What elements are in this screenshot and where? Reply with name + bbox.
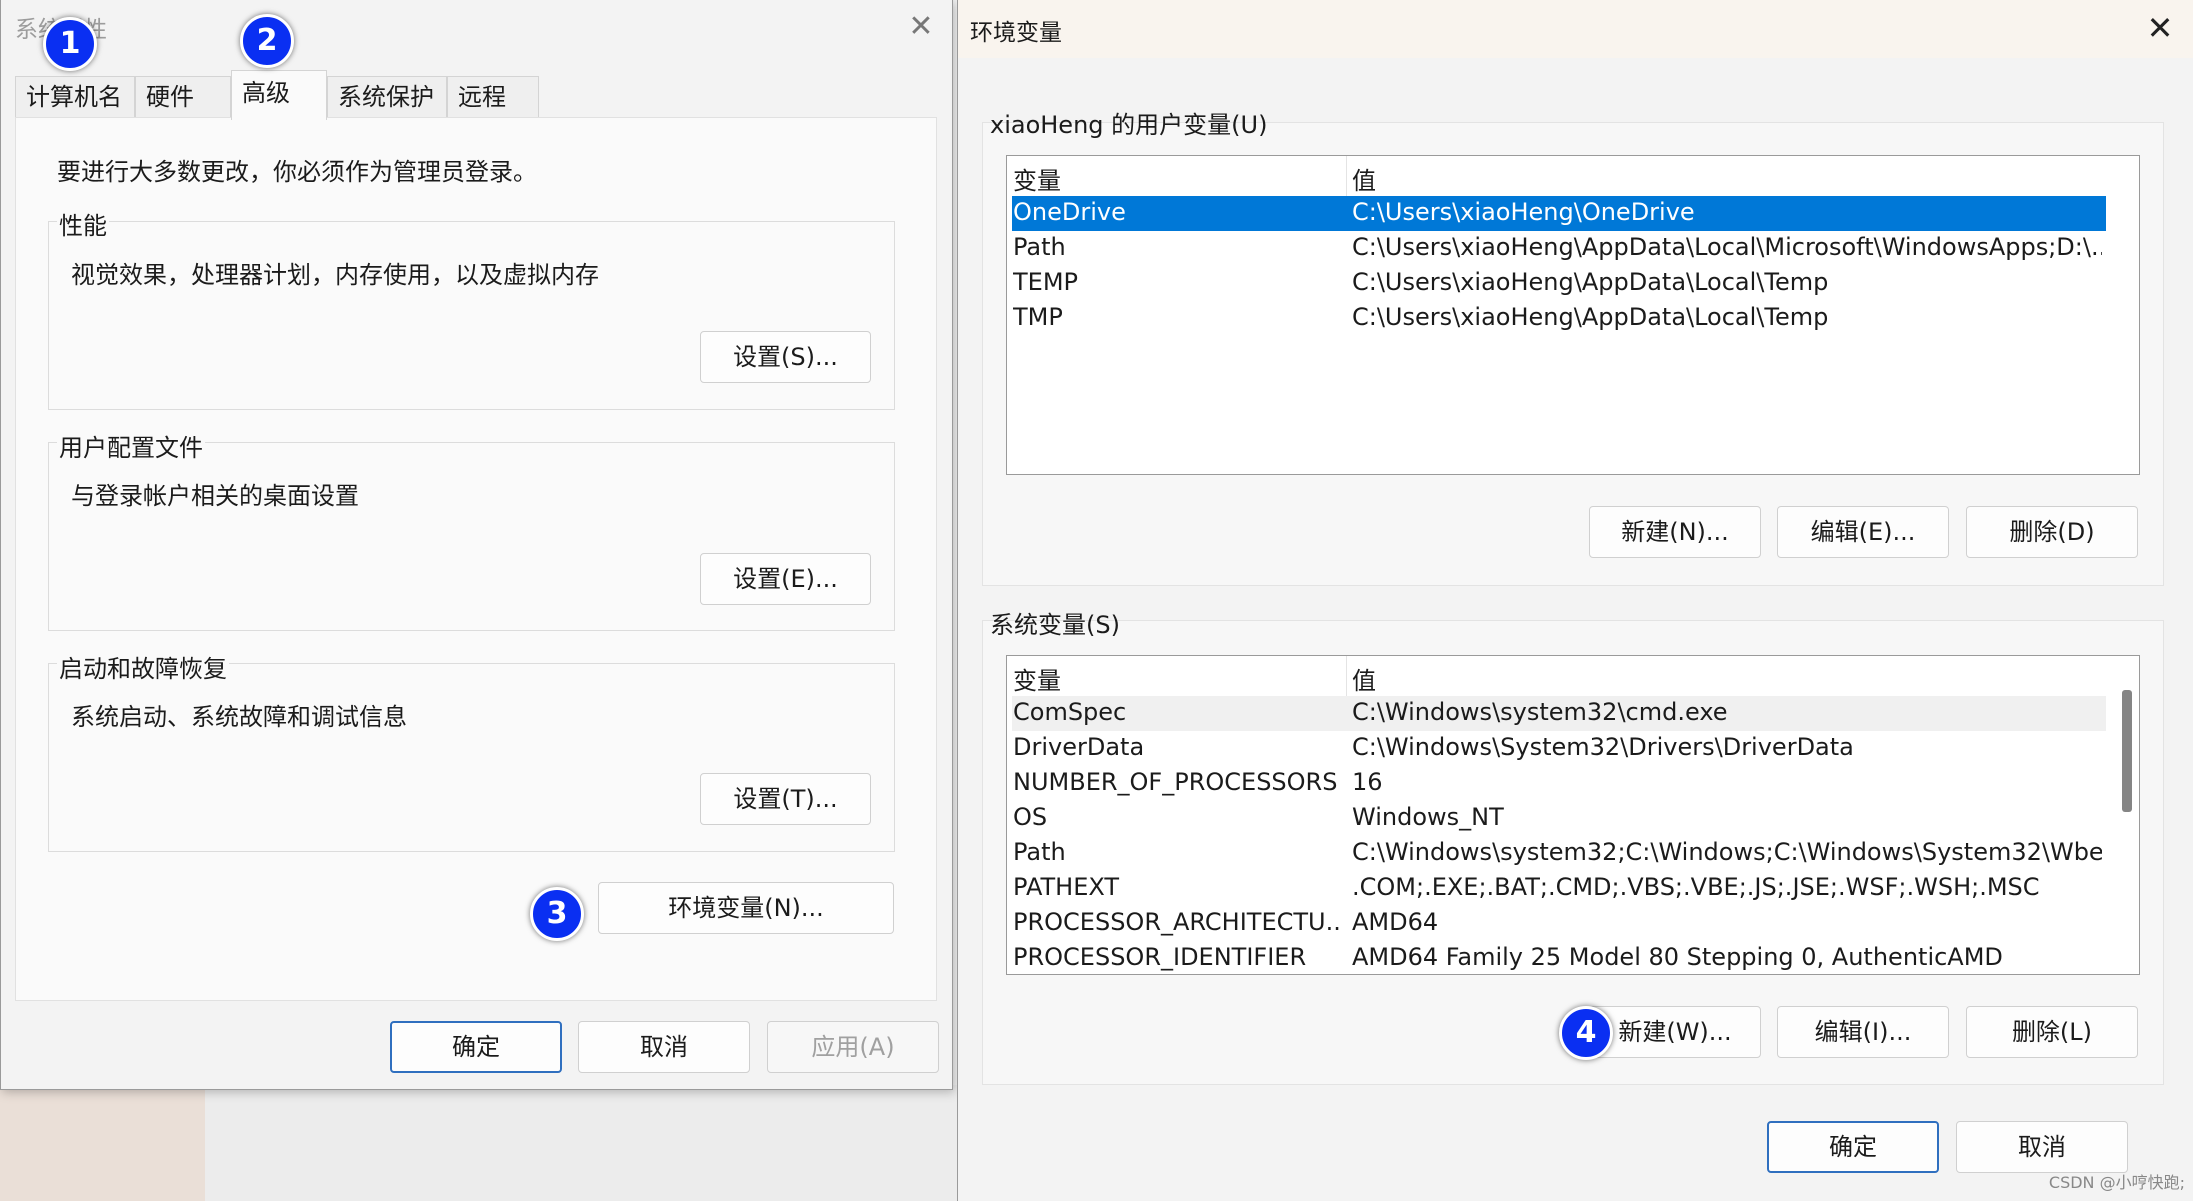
performance-settings-button[interactable]: 设置(S)... — [700, 331, 871, 383]
variable-name: OneDrive — [1013, 198, 1126, 226]
variable-name: Path — [1013, 233, 1066, 261]
user-variables-list[interactable]: 变量 值 OneDrive C:\Users\xiaoHeng\OneDrive… — [1006, 155, 2140, 475]
column-header-value[interactable]: 值 — [1352, 661, 1376, 696]
step-badge-4: 4 — [1559, 1006, 1613, 1060]
tab-hardware[interactable]: 硬件 — [135, 76, 231, 118]
table-row[interactable]: Path C:\Users\xiaoHeng\AppData\Local\Mic… — [1012, 231, 2106, 266]
variable-name: DriverData — [1013, 733, 1145, 761]
variable-value: C:\Windows\system32;C:\Windows;C:\Window… — [1352, 838, 2102, 866]
variable-value: AMD64 — [1352, 908, 1439, 936]
background-window — [205, 1085, 957, 1201]
ok-button[interactable]: 确定 — [390, 1021, 562, 1073]
startup-recovery-label: 启动和故障恢复 — [57, 649, 229, 684]
vertical-scrollbar[interactable] — [2118, 690, 2136, 972]
variable-name: ComSpec — [1013, 698, 1127, 726]
column-header-name[interactable]: 变量 — [1013, 661, 1061, 696]
variable-name: Path — [1013, 838, 1066, 866]
tab-remote[interactable]: 远程 — [447, 76, 539, 118]
env-ok-button[interactable]: 确定 — [1767, 1121, 1939, 1173]
table-row[interactable]: PROCESSOR_ARCHITECTU... AMD64 — [1012, 906, 2106, 941]
variable-value: 16 — [1352, 768, 1383, 796]
cancel-button[interactable]: 取消 — [578, 1021, 750, 1073]
user-profiles-description: 与登录帐户相关的桌面设置 — [71, 482, 359, 510]
table-row[interactable]: DriverData C:\Windows\System32\Drivers\D… — [1012, 731, 2106, 766]
system-delete-button[interactable]: 删除(L) — [1966, 1006, 2138, 1058]
env-cancel-button[interactable]: 取消 — [1956, 1121, 2128, 1173]
user-new-button[interactable]: 新建(N)... — [1589, 506, 1761, 558]
startup-recovery-settings-button[interactable]: 设置(T)... — [700, 773, 871, 825]
table-row[interactable]: PATHEXT .COM;.EXE;.BAT;.CMD;.VBS;.VBE;.J… — [1012, 871, 2106, 906]
user-profiles-label: 用户配置文件 — [57, 428, 205, 463]
tab-advanced[interactable]: 高级 — [231, 70, 327, 120]
table-row[interactable]: TEMP C:\Users\xiaoHeng\AppData\Local\Tem… — [1012, 266, 2106, 301]
variable-name: OS — [1013, 803, 1048, 831]
table-row[interactable]: ComSpec C:\Windows\system32\cmd.exe — [1012, 696, 2106, 731]
user-edit-button[interactable]: 编辑(E)... — [1777, 506, 1949, 558]
scrollbar-thumb[interactable] — [2122, 690, 2132, 812]
user-profiles-settings-button[interactable]: 设置(E)... — [700, 553, 871, 605]
apply-button[interactable]: 应用(A) — [767, 1021, 939, 1073]
variable-name: TMP — [1013, 303, 1063, 331]
table-row[interactable]: NUMBER_OF_PROCESSORS 16 — [1012, 766, 2106, 801]
system-variables-label: 系统变量(S) — [990, 611, 1120, 639]
tab-system-protection[interactable]: 系统保护 — [327, 76, 447, 118]
variable-value: C:\Users\xiaoHeng\AppData\Local\Temp — [1352, 303, 1829, 331]
variable-name: PROCESSOR_ARCHITECTU... — [1013, 908, 1343, 936]
performance-label: 性能 — [57, 206, 109, 241]
tab-computer-name[interactable]: 计算机名 — [15, 76, 135, 118]
variable-value: Windows_NT — [1352, 803, 1504, 831]
variable-name: TEMP — [1013, 268, 1079, 296]
performance-description: 视觉效果，处理器计划，内存使用，以及虚拟内存 — [71, 261, 599, 289]
variable-value: C:\Users\xiaoHeng\AppData\Local\Temp — [1352, 268, 1829, 296]
variable-value: C:\Windows\System32\Drivers\DriverData — [1352, 733, 1854, 761]
system-properties-dialog: 系统属性 ✕ 计算机名 硬件 高级 系统保护 远程 要进行大多数更改，你必须作为… — [0, 0, 953, 1090]
close-icon[interactable]: ✕ — [2140, 12, 2180, 46]
user-variables-label: xiaoHeng 的用户变量(U) — [990, 111, 1268, 139]
startup-recovery-description: 系统启动、系统故障和调试信息 — [71, 703, 407, 731]
admin-notice: 要进行大多数更改，你必须作为管理员登录。 — [57, 158, 537, 186]
list-header: 变量 值 — [1007, 156, 2139, 196]
variable-name: PATHEXT — [1013, 873, 1120, 901]
table-row[interactable]: OneDrive C:\Users\xiaoHeng\OneDrive — [1012, 196, 2106, 231]
system-new-button[interactable]: 新建(W)... — [1589, 1006, 1761, 1058]
environment-variables-button[interactable]: 环境变量(N)... — [598, 882, 894, 934]
dialog-title: 环境变量 — [970, 20, 1062, 46]
variable-name: PROCESSOR_IDENTIFIER — [1013, 943, 1307, 971]
table-row[interactable]: TMP C:\Users\xiaoHeng\AppData\Local\Temp — [1012, 301, 2106, 336]
close-icon[interactable]: ✕ — [901, 12, 941, 44]
variable-value: C:\Users\xiaoHeng\AppData\Local\Microsof… — [1352, 233, 2102, 261]
watermark: CSDN @小哼快跑; — [2048, 1173, 2185, 1192]
user-delete-button[interactable]: 删除(D) — [1966, 506, 2138, 558]
variable-value: C:\Windows\system32\cmd.exe — [1352, 698, 1728, 726]
background-desktop — [0, 1085, 205, 1201]
system-edit-button[interactable]: 编辑(I)... — [1777, 1006, 1949, 1058]
variable-value: .COM;.EXE;.BAT;.CMD;.VBS;.VBE;.JS;.JSE;.… — [1352, 873, 2040, 901]
table-row[interactable]: OS Windows_NT — [1012, 801, 2106, 836]
table-row[interactable]: PROCESSOR_IDENTIFIER AMD64 Family 25 Mod… — [1012, 941, 2106, 974]
column-header-value[interactable]: 值 — [1352, 161, 1376, 196]
title-bar — [958, 0, 2193, 58]
list-header: 变量 值 — [1007, 656, 2139, 696]
variable-value: AMD64 Family 25 Model 80 Stepping 0, Aut… — [1352, 943, 2003, 971]
step-badge-1: 1 — [43, 17, 97, 71]
system-variables-list[interactable]: 变量 值 ComSpec C:\Windows\system32\cmd.exe… — [1006, 655, 2140, 975]
table-row[interactable]: Path C:\Windows\system32;C:\Windows;C:\W… — [1012, 836, 2106, 871]
variable-name: NUMBER_OF_PROCESSORS — [1013, 768, 1338, 796]
step-badge-2: 2 — [240, 14, 294, 68]
step-badge-3: 3 — [530, 887, 584, 941]
column-header-name[interactable]: 变量 — [1013, 161, 1061, 196]
variable-value: C:\Users\xiaoHeng\OneDrive — [1352, 198, 1695, 226]
